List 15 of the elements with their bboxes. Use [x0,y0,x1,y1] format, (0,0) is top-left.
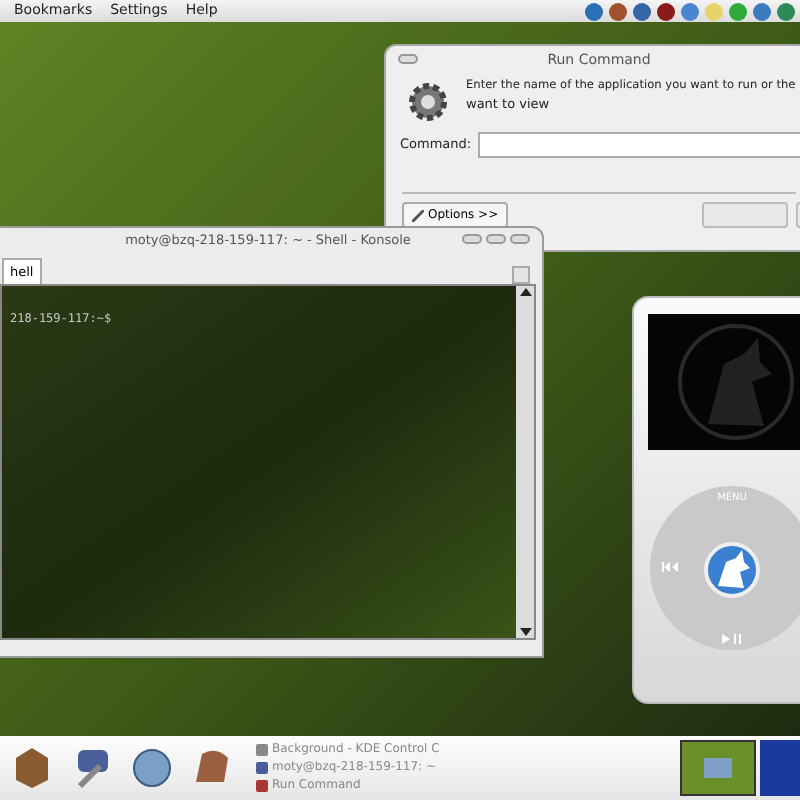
minimize-button[interactable] [462,234,482,244]
window-menu-button[interactable] [398,54,418,64]
globe-icon[interactable] [132,746,172,790]
scroll-up-arrow-icon[interactable] [519,286,531,298]
wolf-logo-icon[interactable] [704,542,760,599]
box-icon[interactable] [12,746,52,790]
wrench-icon [412,209,424,221]
scrollbar[interactable] [516,286,534,638]
gear-icon [406,78,450,126]
desktop-pager-thumbnail[interactable] [760,740,800,796]
desktop-pager-thumbnail[interactable] [680,740,756,796]
close-button[interactable] [510,234,530,244]
maximize-button[interactable] [486,234,506,244]
command-input-field[interactable] [477,132,800,158]
scroll-down-arrow-icon[interactable] [519,626,531,638]
